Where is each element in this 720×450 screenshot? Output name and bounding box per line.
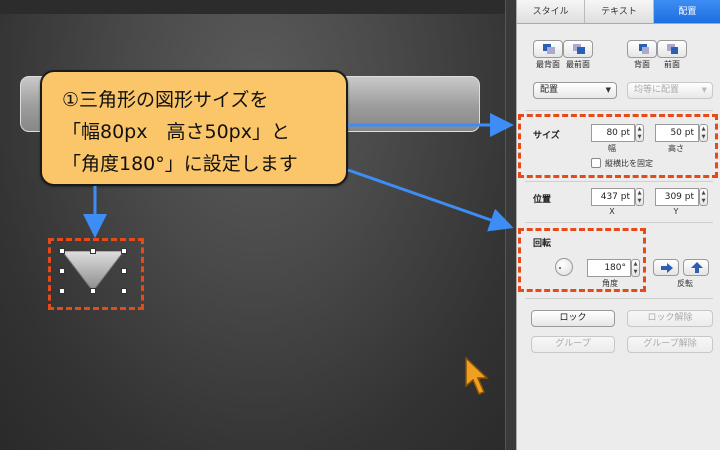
selection-handle[interactable]	[121, 288, 127, 294]
group-button[interactable]: グループ	[531, 336, 615, 353]
unlock-button[interactable]: ロック解除	[627, 310, 713, 327]
instruction-callout: ①三角形の図形サイズを 「幅80px 高さ50px」と 「角度180°」に設定し…	[40, 70, 348, 186]
divider	[525, 110, 713, 111]
position-y-field[interactable]: 309 pt	[655, 188, 699, 206]
position-y-stepper[interactable]: ▲ ▼	[699, 188, 708, 206]
divider	[525, 298, 713, 299]
tab-arrange[interactable]: 配置	[653, 0, 720, 23]
chevron-down-icon: ▼	[701, 86, 707, 94]
bring-forward-button[interactable]	[657, 40, 687, 58]
align-popup[interactable]: 配置 ▼	[533, 82, 617, 99]
selection-handle[interactable]	[121, 268, 127, 274]
canvas-top-strip	[0, 0, 516, 14]
send-to-back-button[interactable]	[533, 40, 563, 58]
bring-forward-label: 前面	[664, 60, 680, 69]
distribute-popup-label: 均等に配置	[634, 85, 680, 95]
flip-horizontal-button[interactable]	[653, 259, 679, 276]
bring-to-front-label: 最前面	[566, 60, 590, 69]
send-backward-button[interactable]	[627, 40, 657, 58]
canvas-scroll-edge	[505, 0, 516, 450]
selection-handle[interactable]	[90, 288, 96, 294]
flip-vertical-button[interactable]	[683, 259, 709, 276]
send-backward-icon	[639, 44, 649, 54]
selection-handle[interactable]	[90, 248, 96, 254]
arrow-up-icon	[691, 262, 703, 273]
tab-text[interactable]: テキスト	[585, 0, 654, 23]
selection-handle[interactable]	[121, 248, 127, 254]
ungroup-button[interactable]: グループ解除	[627, 336, 713, 353]
position-x-stepper[interactable]: ▲ ▼	[635, 188, 644, 206]
arrow-right-icon	[661, 263, 673, 273]
position-x-label: X	[609, 207, 615, 216]
size-highlight-box	[518, 114, 718, 178]
divider	[525, 222, 713, 223]
triangle-shape[interactable]	[62, 251, 124, 291]
bring-to-front-button[interactable]	[563, 40, 593, 58]
bring-to-front-icon	[573, 44, 585, 54]
rotate-highlight-box	[518, 228, 646, 292]
selection-handle[interactable]	[59, 288, 65, 294]
chevron-down-icon: ▼	[605, 86, 611, 94]
bring-forward-icon	[667, 44, 678, 54]
inspector-tabs: スタイル テキスト 配置	[517, 0, 720, 24]
align-popup-label: 配置	[540, 85, 559, 95]
selection-handle[interactable]	[59, 268, 65, 274]
slide-canvas[interactable]	[0, 0, 516, 450]
mouse-cursor-icon	[465, 356, 489, 395]
lock-button[interactable]: ロック	[531, 310, 615, 327]
divider	[525, 181, 713, 182]
inspector-panel: スタイル テキスト 配置 最背面 最前面 背面 前面 配置 ▼ 均等に配置 ▼ …	[516, 0, 720, 450]
position-section-label: 位置	[533, 195, 552, 205]
tab-style[interactable]: スタイル	[517, 0, 586, 23]
callout-line-3: 「角度180°」に設定します	[62, 153, 298, 175]
position-x-field[interactable]: 437 pt	[591, 188, 635, 206]
callout-line-2: 「幅80px 高さ50px」と	[62, 121, 290, 143]
callout-line-1: ①三角形の図形サイズを	[62, 89, 269, 111]
send-to-back-icon	[543, 44, 555, 54]
flip-label: 反転	[677, 279, 693, 288]
selection-handle[interactable]	[59, 248, 65, 254]
position-y-label: Y	[673, 207, 679, 216]
distribute-popup[interactable]: 均等に配置 ▼	[627, 82, 713, 99]
